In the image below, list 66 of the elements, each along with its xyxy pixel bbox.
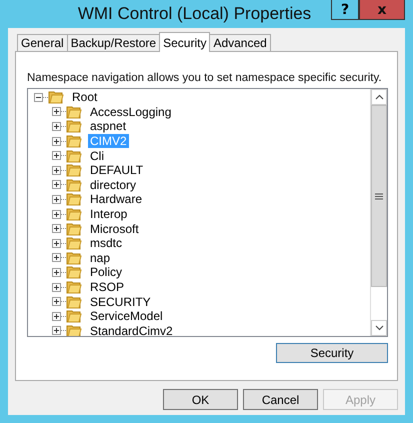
tree-item[interactable]: DEFAULT (88, 163, 146, 178)
tree-item[interactable]: SECURITY (88, 294, 153, 309)
folder-icon (66, 133, 83, 150)
help-button[interactable]: ? (331, 0, 359, 20)
grip-icon (375, 192, 383, 200)
expand-icon[interactable] (52, 253, 61, 262)
tree-item[interactable]: Cli (88, 148, 106, 163)
tree-item[interactable]: AccessLogging (88, 104, 174, 119)
tree-item[interactable]: Interop (88, 207, 130, 222)
tree-item[interactable]: Microsoft (88, 222, 141, 236)
scroll-down-icon[interactable] (374, 325, 384, 331)
folder-icon (66, 118, 83, 134)
description-text: Namespace navigation allows you to set namespace specific security. (27, 72, 383, 84)
folder-icon (66, 162, 83, 178)
expand-icon[interactable] (52, 166, 61, 175)
expand-icon[interactable] (52, 122, 61, 131)
expand-icon[interactable] (52, 282, 61, 292)
folder-icon (66, 294, 83, 310)
tree-item[interactable]: ServiceModel (88, 309, 165, 324)
close-button[interactable]: x (359, 0, 405, 20)
tab[interactable]: Security (159, 32, 210, 52)
expand-icon[interactable] (52, 180, 61, 190)
expand-icon[interactable] (52, 268, 61, 277)
expand-icon[interactable] (52, 136, 61, 146)
folder-icon (66, 279, 83, 296)
folder-icon (66, 104, 83, 120)
scrollbar[interactable] (370, 89, 387, 336)
expand-icon[interactable] (52, 107, 61, 116)
expand-icon[interactable] (52, 297, 61, 306)
folder-icon (66, 308, 83, 324)
folder-icon (66, 191, 83, 208)
security-button[interactable]: Security (276, 343, 388, 363)
expand-icon[interactable] (52, 224, 61, 234)
tree-item[interactable]: msdtc (88, 236, 124, 250)
folder-icon (66, 220, 83, 237)
dialog-button[interactable]: Cancel (243, 389, 318, 410)
dialog-button[interactable]: OK (163, 389, 238, 410)
expand-icon[interactable] (52, 194, 61, 204)
expand-icon[interactable] (52, 238, 61, 248)
tree-item[interactable]: Root (70, 90, 100, 104)
collapse-icon[interactable] (34, 92, 43, 102)
tree-item[interactable]: RSOP (88, 280, 126, 294)
folder-icon (48, 89, 65, 106)
folder-icon (66, 148, 83, 164)
tree-item[interactable]: StandardCimv2 (88, 324, 175, 336)
scroll-thumb[interactable] (371, 105, 387, 287)
folder-icon (66, 235, 83, 252)
expand-icon[interactable] (52, 210, 61, 219)
tree-item[interactable]: nap (88, 250, 112, 265)
expand-icon[interactable] (52, 151, 61, 160)
tab[interactable]: Backup/Restore (66, 34, 160, 51)
scroll-up-icon[interactable] (374, 94, 384, 100)
expand-icon[interactable] (52, 326, 61, 336)
window-title: WMI Control (Local) Properties (76, 4, 312, 24)
folder-icon (66, 250, 83, 266)
folder-icon (66, 206, 83, 222)
folder-icon (66, 264, 83, 280)
tree-item[interactable]: Policy (88, 265, 124, 280)
tab[interactable]: General (17, 34, 68, 51)
tab[interactable]: Advanced (209, 34, 271, 51)
tree-item[interactable]: Hardware (88, 192, 144, 206)
expand-icon[interactable] (52, 312, 61, 321)
tree-item[interactable]: aspnet (88, 119, 128, 134)
tree-item[interactable]: directory (88, 178, 138, 192)
folder-icon (66, 176, 83, 193)
folder-icon (66, 322, 83, 336)
